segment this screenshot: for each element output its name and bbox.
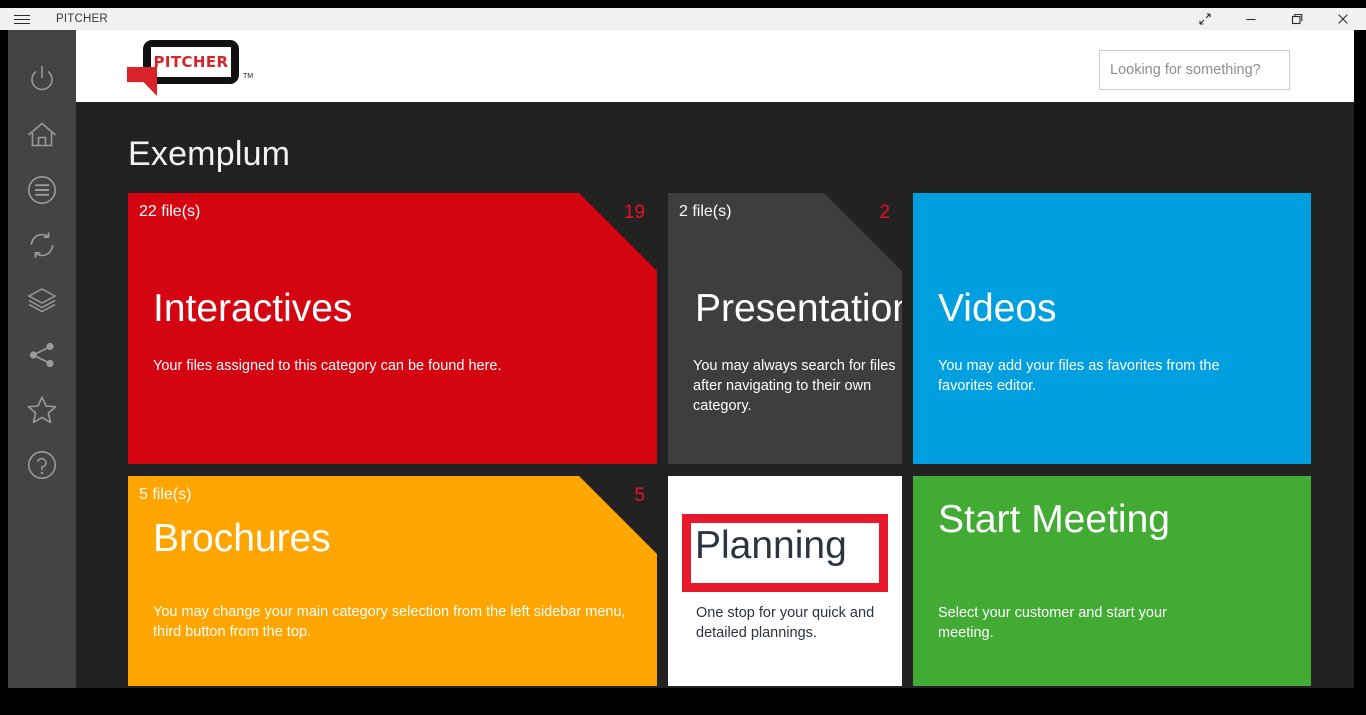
tile-description: You may always search for files after na…: [693, 358, 896, 414]
tile-file-count: 22 file(s): [139, 203, 201, 220]
search-input-wrapper[interactable]: [1099, 50, 1290, 90]
tile-description: Select your customer and start your meet…: [938, 605, 1167, 641]
tile-description: You may change your main category select…: [153, 604, 626, 640]
tile-description: You may add your files as favorites from…: [938, 358, 1220, 394]
layers-stack-icon: [25, 283, 59, 317]
logo-flag-icon: [127, 67, 157, 96]
tile-corner-notch: [579, 476, 657, 554]
tile-file-count: 5 file(s): [139, 486, 192, 503]
app-topbar: PITCHER TM: [76, 30, 1354, 102]
tile-grid-row: 5 file(s) 5 Brochures You may change you…: [128, 476, 1314, 686]
page-title: Exemplum: [128, 135, 291, 173]
window-titlebar: PITCHER: [0, 8, 1366, 30]
tile-corner-notch: [824, 193, 902, 271]
logo-wordmark-box: PITCHER: [151, 47, 231, 77]
sidebar-item-home[interactable]: [8, 107, 76, 162]
logo-trademark: TM: [243, 73, 254, 80]
sidebar-item-favorites[interactable]: [8, 382, 76, 437]
share-nodes-icon: [25, 338, 59, 372]
restore-window-button[interactable]: [1274, 8, 1320, 30]
expand-button[interactable]: [1182, 8, 1228, 30]
tile-title: Interactives: [153, 287, 353, 330]
tile-badge-count: 19: [623, 202, 645, 223]
tile-grid-row: 22 file(s) 19 Interactives Your files as…: [128, 193, 1314, 464]
sidebar-item-categories[interactable]: [8, 162, 76, 217]
sidebar-item-share[interactable]: [8, 327, 76, 382]
tile-corner-notch: [579, 193, 657, 271]
question-circle-icon: [25, 448, 59, 482]
sidebar-item-power[interactable]: [8, 52, 76, 107]
tile-videos[interactable]: Videos You may add your files as favorit…: [913, 193, 1311, 464]
tile-title: Planning: [695, 524, 847, 567]
main-content: PITCHER TM Exemplum 22 file(s) 19 Intera…: [76, 30, 1354, 688]
tile-brochures[interactable]: 5 file(s) 5 Brochures You may change you…: [128, 476, 657, 686]
tile-start-meeting[interactable]: Start Meeting Select your customer and s…: [913, 476, 1311, 686]
sidebar-item-help[interactable]: [8, 437, 76, 492]
tile-title: Videos: [938, 287, 1057, 330]
sidebar-item-sync[interactable]: [8, 217, 76, 272]
power-icon: [25, 63, 59, 97]
tile-file-count: 2 file(s): [679, 203, 732, 220]
left-sidebar: [8, 30, 76, 688]
minimize-button[interactable]: [1228, 8, 1274, 30]
tile-title: Presentations: [695, 287, 902, 330]
hamburger-menu-icon[interactable]: [0, 8, 44, 30]
refresh-sync-icon: [25, 228, 59, 262]
logo-wordmark: PITCHER: [153, 53, 229, 71]
sidebar-item-layers[interactable]: [8, 272, 76, 327]
application-window: PITCHER PITCHER TM Looking for something…: [0, 0, 1366, 715]
close-button[interactable]: [1320, 8, 1366, 30]
pitcher-logo: PITCHER TM: [127, 36, 261, 96]
window-title: PITCHER: [56, 13, 108, 25]
tile-interactives[interactable]: 22 file(s) 19 Interactives Your files as…: [128, 193, 657, 464]
tile-title: Start Meeting: [938, 498, 1170, 541]
search-input[interactable]: [1100, 51, 1289, 89]
tile-planning[interactable]: Planning One stop for your quick and det…: [668, 476, 902, 686]
home-icon: [25, 118, 59, 152]
tile-presentations[interactable]: 2 file(s) 2 Presentations You may always…: [668, 193, 902, 464]
tile-description: One stop for your quick and detailed pla…: [696, 605, 875, 641]
circle-list-icon: [25, 173, 59, 207]
tile-description: Your files assigned to this category can…: [153, 358, 502, 374]
star-icon: [25, 393, 59, 427]
tile-grid: 22 file(s) 19 Interactives Your files as…: [128, 193, 1314, 686]
tile-badge-count: 2: [879, 202, 890, 223]
tile-title: Brochures: [153, 517, 331, 560]
tile-badge-count: 5: [634, 485, 645, 506]
